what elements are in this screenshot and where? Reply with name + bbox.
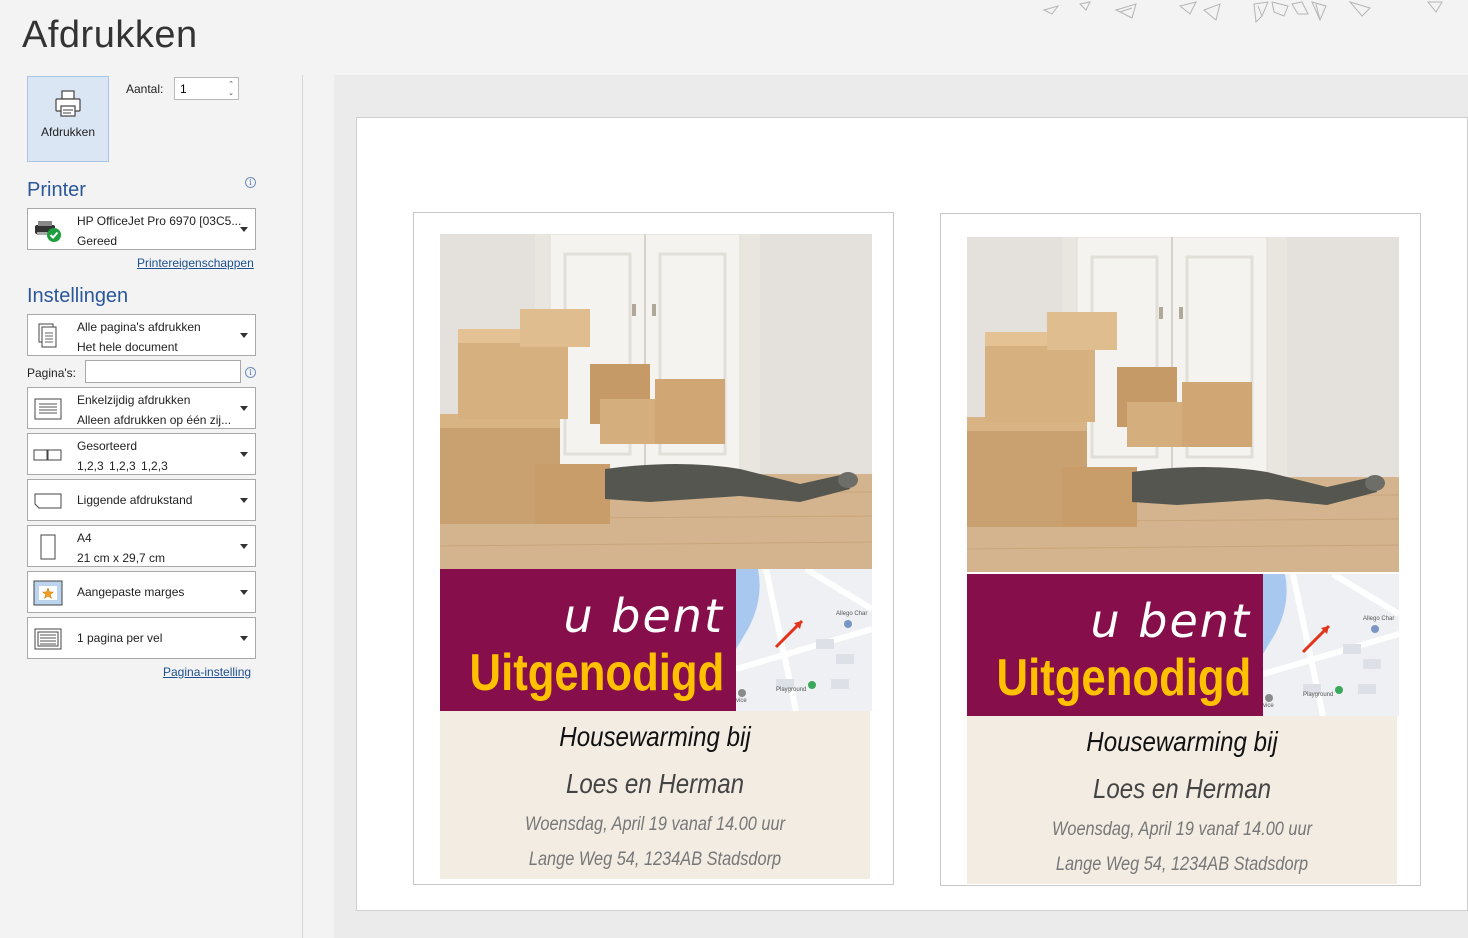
margins-label: Aangepaste marges (77, 585, 185, 599)
invitation-details: Housewarming bij Loes en Herman Woensdag… (967, 716, 1397, 884)
divider (302, 75, 303, 938)
print-range-dropdown[interactable]: Alle pagina's afdrukken Het hele documen… (27, 314, 256, 356)
stepper-down-icon[interactable]: ⌄ (228, 90, 234, 97)
pages-per-sheet-label: 1 pagina per vel (77, 631, 163, 645)
landscape-icon (34, 493, 62, 509)
copies-stepper[interactable]: ⌃ ⌄ (174, 77, 239, 100)
map-label: Allego Char (1363, 616, 1394, 622)
invitation-line-a: u bent (563, 589, 724, 643)
page-setup-link[interactable]: Pagina-instelling (163, 665, 251, 679)
paper-size-sub: 21 cm x 29,7 cm (77, 551, 166, 565)
paper-a4-icon (40, 534, 56, 560)
date-text: Woensdag, April 19 vanaf 14.00 uur (1051, 819, 1313, 840)
stepper-up-icon[interactable]: ⌃ (228, 81, 234, 88)
date-text: Woensdag, April 19 vanaf 14.00 uur (524, 814, 786, 835)
print-button[interactable]: Afdrukken (27, 76, 109, 162)
event-text: Housewarming bij (559, 721, 751, 752)
collated-icon (33, 449, 62, 461)
map-label: vice (736, 698, 747, 704)
sides-dropdown[interactable]: Enkelzijdig afdrukken Alleen afdrukken o… (27, 387, 256, 429)
print-button-label: Afdrukken (40, 125, 96, 139)
orientation-label: Liggende afdrukstand (77, 493, 193, 507)
collation-dropdown[interactable]: Gesorteerd 1,2,3 1,2,3 1,2,3 (27, 433, 256, 475)
paper-size-dropdown[interactable]: A4 21 cm x 29,7 cm (27, 525, 256, 567)
margins-dropdown[interactable]: Aangepaste marges (27, 571, 256, 613)
invitation-banner: u bent Uitgenodigd (440, 569, 736, 711)
one-sided-icon (34, 398, 62, 420)
chevron-down-icon (240, 636, 248, 641)
settings-heading: Instellingen (27, 285, 129, 307)
invitation-card: u bent Uitgenodigd Allego Char Playgroun… (413, 212, 894, 885)
invitation-card: u bent Uitgenodigd Allego Char Playgroun… (940, 213, 1421, 886)
invitation-banner: u bent Uitgenodigd (967, 574, 1263, 716)
map-label: Allego Char (836, 611, 867, 617)
map-label: vice (1263, 703, 1274, 709)
hosts-text: Loes en Herman (565, 768, 745, 799)
page-title: Afdrukken (22, 14, 198, 56)
chevron-down-icon (240, 498, 248, 503)
map-label: Playground (776, 687, 806, 693)
info-icon[interactable]: i (245, 367, 256, 378)
info-icon[interactable]: i (245, 177, 256, 188)
location-map: Allego Char Playground vice (1263, 574, 1399, 716)
collation-label: Gesorteerd (77, 439, 138, 453)
sides-label: Enkelzijdig afdrukken (77, 393, 191, 407)
photo-moving-boxes (967, 237, 1399, 572)
chevron-down-icon (240, 452, 248, 457)
copies-input[interactable] (175, 78, 223, 99)
address-text: Lange Weg 54, 1234AB Stadsdorp (528, 849, 782, 870)
hosts-text: Loes en Herman (1092, 773, 1272, 804)
address-text: Lange Weg 54, 1234AB Stadsdorp (1055, 854, 1309, 875)
copies-label: Aantal: (126, 82, 164, 96)
map-label: Playground (1303, 692, 1333, 698)
invitation-line-a: u bent (1090, 594, 1251, 648)
sides-sub: Alleen afdrukken op één zij... (77, 413, 232, 427)
orientation-dropdown[interactable]: Liggende afdrukstand (27, 479, 256, 521)
invitation-line-b: Uitgenodigd (469, 644, 724, 702)
printer-dropdown[interactable]: HP OfficeJet Pro 6970 [03C5... Gereed (27, 208, 256, 250)
printer-status: Gereed (77, 234, 118, 248)
chevron-down-icon (240, 544, 248, 549)
one-page-per-sheet-icon (34, 628, 62, 650)
event-text: Housewarming bij (1086, 726, 1278, 757)
document-pages-icon (38, 323, 57, 348)
paper-size-label: A4 (77, 531, 92, 545)
print-range-label: Alle pagina's afdrukken (77, 320, 201, 334)
printer-properties-link[interactable]: Printereigenschappen (137, 256, 254, 270)
printer-icon (55, 90, 81, 117)
chevron-down-icon (240, 227, 248, 232)
pages-label: Pagina's: (27, 366, 76, 380)
photo-moving-boxes (440, 234, 872, 569)
collation-sub: 1,2,3 1,2,3 1,2,3 (77, 459, 168, 473)
decorative-pattern (1042, 1, 1443, 24)
chevron-down-icon (240, 406, 248, 411)
chevron-down-icon (240, 333, 248, 338)
printer-heading: Printer (27, 179, 86, 201)
pages-per-sheet-dropdown[interactable]: 1 pagina per vel (27, 617, 256, 659)
invitation-line-b: Uitgenodigd (996, 649, 1251, 707)
custom-margins-icon (33, 580, 63, 606)
location-map: Allego Char Playground vice (736, 569, 872, 711)
invitation-details: Housewarming bij Loes en Herman Woensdag… (440, 711, 870, 879)
printer-ready-icon (35, 221, 61, 242)
print-range-sub: Het hele document (77, 340, 178, 354)
printer-name: HP OfficeJet Pro 6970 [03C5... (77, 214, 242, 228)
chevron-down-icon (240, 590, 248, 595)
preview-sheet: u bent Uitgenodigd Allego Char Playgroun… (356, 117, 1468, 911)
pages-input[interactable] (85, 360, 241, 383)
